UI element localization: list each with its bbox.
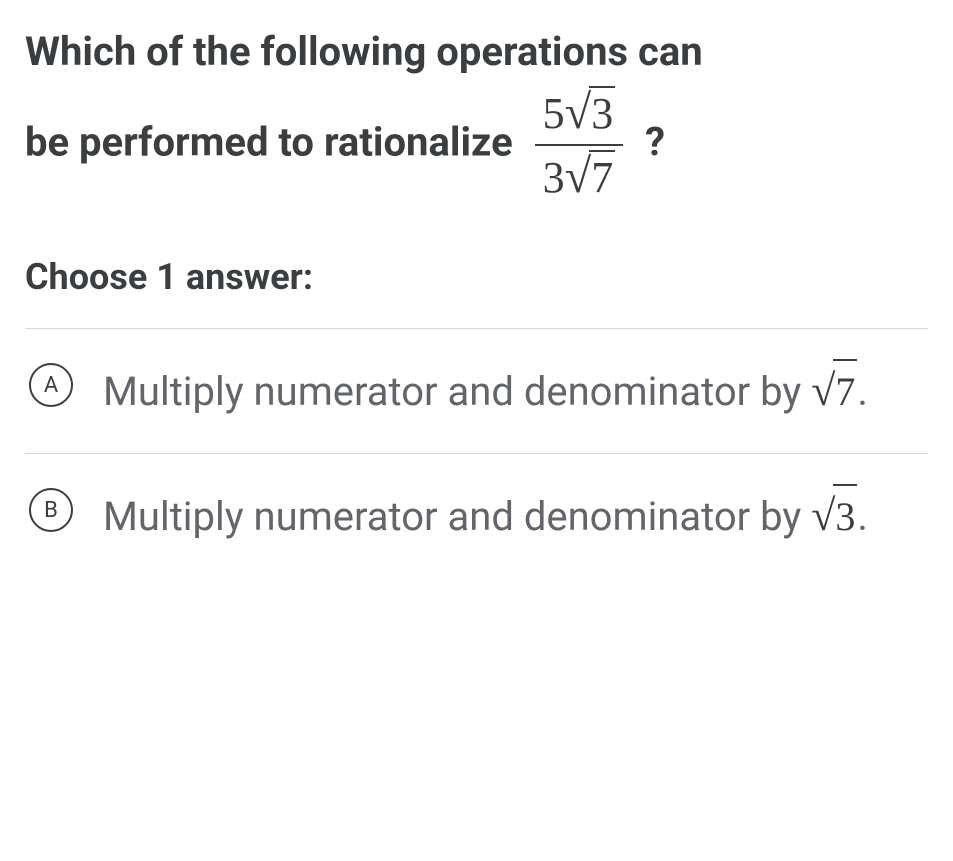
sqrt-num: √3 xyxy=(565,84,616,142)
options-container: A Multiply numerator and denominator by … xyxy=(25,328,928,578)
sqrt-sign-icon: √ xyxy=(811,482,835,550)
option-b-prefix: Multiply numerator and denominator by xyxy=(103,493,811,540)
sqrt-num-rad: 3 xyxy=(589,86,615,141)
question-line2-prefix: be performed to rationalize xyxy=(25,119,523,166)
option-letter-b: B xyxy=(29,488,73,532)
question-text: Which of the following operations can be… xyxy=(25,20,928,206)
num-coeff: 5 xyxy=(543,89,565,138)
option-letter-a: A xyxy=(29,363,73,407)
option-a-prefix: Multiply numerator and denominator by xyxy=(103,368,811,415)
option-a-math: √7 xyxy=(811,357,857,425)
option-a-radicand: 7 xyxy=(833,359,857,423)
sqrt-den-rad: 7 xyxy=(589,150,615,205)
option-b[interactable]: B Multiply numerator and denominator by … xyxy=(25,454,928,578)
option-text-a: Multiply numerator and denominator by √7… xyxy=(103,357,868,425)
option-text-b: Multiply numerator and denominator by √3… xyxy=(103,482,868,550)
sqrt-sign-icon: √ xyxy=(565,148,592,206)
question-line1: Which of the following operations can xyxy=(25,28,703,75)
denominator: 3√7 xyxy=(535,144,624,206)
option-b-radicand: 3 xyxy=(833,484,857,548)
sqrt-sign-icon: √ xyxy=(565,84,592,142)
fraction-expression: 5√3 3√7 xyxy=(531,84,628,206)
option-a[interactable]: A Multiply numerator and denominator by … xyxy=(25,329,928,454)
question-line2-suffix: ? xyxy=(645,119,665,166)
sqrt-a: √7 xyxy=(811,357,857,425)
numerator: 5√3 xyxy=(535,84,624,144)
option-b-math: √3 xyxy=(811,482,857,550)
sqrt-b: √3 xyxy=(811,482,857,550)
option-a-suffix: . xyxy=(857,368,868,415)
sqrt-sign-icon: √ xyxy=(811,357,835,425)
option-b-suffix: . xyxy=(857,493,868,540)
den-coeff: 3 xyxy=(543,153,565,202)
fraction: 5√3 3√7 xyxy=(535,84,624,206)
sqrt-den: √7 xyxy=(565,148,616,206)
instruction-text: Choose 1 answer: xyxy=(25,256,928,298)
